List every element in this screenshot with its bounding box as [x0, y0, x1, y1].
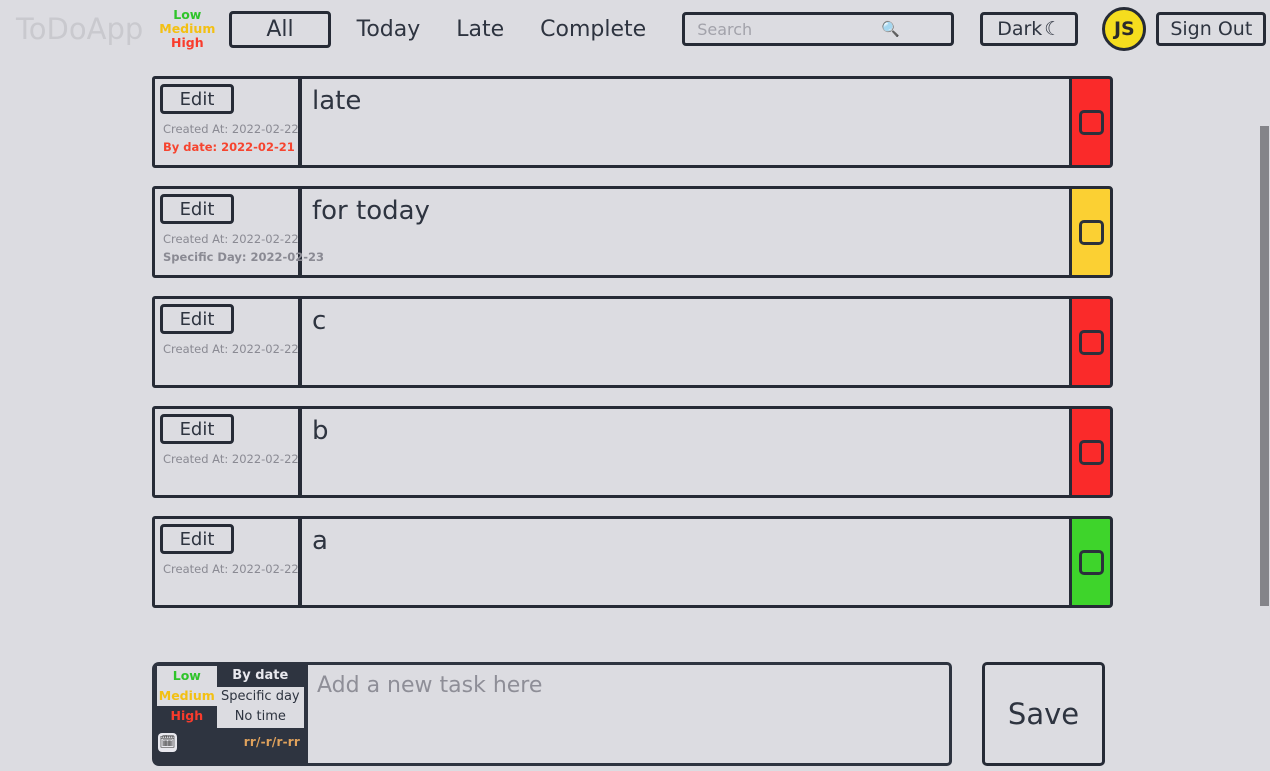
table-row: Edit Created At: 2022-02-22 b [152, 406, 1113, 498]
task-status-toggle[interactable] [1069, 186, 1113, 278]
edit-button[interactable]: Edit [160, 524, 234, 554]
task-meta: Edit Created At: 2022-02-22 [152, 516, 300, 608]
moon-icon: ☾ [1044, 18, 1062, 40]
priority-option-medium[interactable]: Medium [157, 686, 217, 706]
priority-option-high[interactable]: High [157, 706, 217, 726]
task-title[interactable]: late [300, 76, 1069, 168]
options-grid: Low Medium High By date Specific day No … [157, 666, 304, 728]
task-dates: Created At: 2022-02-22 [163, 451, 299, 469]
task-due-date: By date: 2022-02-21 [163, 139, 295, 154]
app-header: ToDoApp Low Medium High All Today Late C… [0, 0, 1270, 58]
tab-all[interactable]: All [229, 10, 331, 48]
task-dates: Created At: 2022-02-22 [163, 341, 299, 359]
new-task-input[interactable]: Add a new task here [308, 662, 952, 766]
table-row: Edit Created At: 2022-02-22 Specific Day… [152, 186, 1113, 278]
table-row: Edit Created At: 2022-02-22 c [152, 296, 1113, 388]
table-row: Edit Created At: 2022-02-22 a [152, 516, 1113, 608]
task-created-at: Created At: 2022-02-22 [163, 562, 299, 576]
checkbox-icon[interactable] [1078, 109, 1104, 135]
priority-selector: Low Medium High [157, 666, 217, 728]
task-title[interactable]: for today [300, 186, 1069, 278]
task-dates: Created At: 2022-02-22 [163, 561, 299, 579]
task-created-at: Created At: 2022-02-22 [163, 122, 299, 136]
search-box[interactable]: 🔍 [682, 12, 955, 46]
tab-late[interactable]: Late [438, 14, 522, 45]
new-task-form: Low Medium High By date Specific day No … [152, 662, 1105, 766]
sign-out-button[interactable]: Sign Out [1156, 12, 1267, 46]
task-title[interactable]: c [300, 296, 1069, 388]
task-status-toggle[interactable] [1069, 516, 1113, 608]
task-created-at: Created At: 2022-02-22 [163, 232, 299, 246]
task-created-at: Created At: 2022-02-22 [163, 452, 299, 466]
checkbox-icon[interactable] [1078, 219, 1104, 245]
edit-button[interactable]: Edit [160, 194, 234, 224]
new-task-options-panel: Low Medium High By date Specific day No … [152, 662, 308, 766]
checkbox-icon[interactable] [1078, 549, 1104, 575]
task-meta: Edit Created At: 2022-02-22 Specific Day… [152, 186, 324, 278]
date-input[interactable]: rr/-r/r-rr [177, 735, 304, 749]
date-input-row[interactable]: 🗓 rr/-r/r-rr [157, 732, 304, 752]
task-title[interactable]: a [300, 516, 1069, 608]
time-mode-selector: By date Specific day No time [216, 666, 304, 728]
avatar-initials: JS [1113, 18, 1135, 40]
priority-option-low[interactable]: Low [157, 666, 217, 686]
sign-out-label: Sign Out [1170, 18, 1253, 40]
task-created-at: Created At: 2022-02-22 [163, 342, 299, 356]
scrollbar-track[interactable] [1256, 58, 1270, 771]
calendar-icon[interactable]: 🗓 [158, 732, 177, 752]
task-dates: Created At: 2022-02-22 By date: 2022-02-… [163, 121, 299, 157]
tab-today[interactable]: Today [339, 14, 439, 45]
save-label: Save [1007, 697, 1080, 731]
table-row: Edit Created At: 2022-02-22 By date: 202… [152, 76, 1113, 168]
task-status-toggle[interactable] [1069, 406, 1113, 498]
dark-mode-button[interactable]: Dark ☾ [980, 12, 1079, 46]
time-option-no-time[interactable]: No time [216, 707, 304, 728]
tab-complete[interactable]: Complete [522, 14, 664, 45]
avatar[interactable]: JS [1102, 7, 1147, 51]
task-due-date: Specific Day: 2022-02-23 [163, 249, 325, 264]
task-dates: Created At: 2022-02-22 Specific Day: 202… [163, 231, 324, 267]
priority-legend: Low Medium High [159, 8, 215, 50]
save-button[interactable]: Save [982, 662, 1105, 766]
task-status-toggle[interactable] [1069, 296, 1113, 388]
task-title[interactable]: b [300, 406, 1069, 498]
task-meta: Edit Created At: 2022-02-22 [152, 406, 300, 498]
edit-button[interactable]: Edit [160, 84, 234, 114]
filter-nav: All Today Late Complete [229, 10, 664, 48]
time-option-by-date[interactable]: By date [216, 666, 304, 687]
edit-button[interactable]: Edit [160, 304, 234, 334]
search-input[interactable] [695, 18, 942, 40]
scrollbar-thumb[interactable] [1260, 126, 1269, 606]
checkbox-icon[interactable] [1078, 329, 1104, 355]
task-meta: Edit Created At: 2022-02-22 [152, 296, 300, 388]
checkbox-icon[interactable] [1078, 439, 1104, 465]
app-brand: ToDoApp [16, 12, 144, 46]
legend-medium: Medium [159, 21, 216, 36]
edit-button[interactable]: Edit [160, 414, 234, 444]
dark-mode-label: Dark [997, 18, 1043, 40]
task-status-toggle[interactable] [1069, 76, 1113, 168]
task-meta: Edit Created At: 2022-02-22 By date: 202… [152, 76, 300, 168]
legend-high: High [171, 35, 204, 50]
legend-low: Low [173, 7, 202, 22]
task-list: Edit Created At: 2022-02-22 By date: 202… [0, 58, 1270, 608]
time-option-specific-day[interactable]: Specific day [216, 686, 304, 708]
